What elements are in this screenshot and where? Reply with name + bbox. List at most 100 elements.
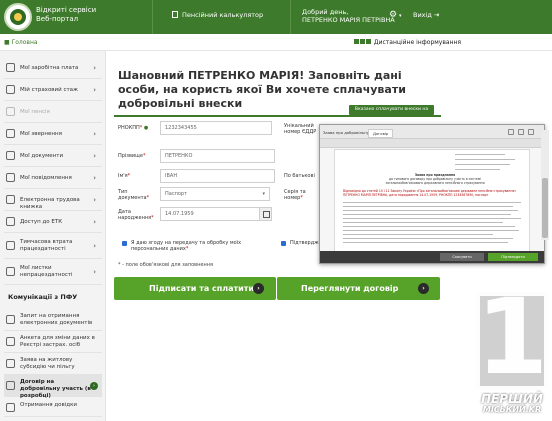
header-divider: [152, 0, 153, 34]
sidebar-item-registry-form[interactable]: Анкета для зміни даних в Реєстрі застрах…: [4, 331, 102, 353]
watermark-line-1: ПЕРШИЙ: [481, 392, 543, 406]
viewer-titlebar: Заява про добровільну участь Договір: [320, 125, 544, 139]
sidebar-item-etk-access[interactable]: Доступ до ЕТК ›: [4, 211, 102, 233]
viewer-confirm-button[interactable]: Підтвердити: [488, 253, 538, 261]
greeting-line-1: Добрий день,: [302, 8, 349, 16]
sidebar-item-documents[interactable]: Мої документи ›: [4, 145, 102, 167]
confirm-checkbox[interactable]: [281, 241, 286, 246]
sidebar-item-sick-leave[interactable]: Мої листки непрацездатності ›: [4, 259, 102, 285]
dob-input[interactable]: 14.07.1959: [160, 207, 272, 221]
viewer-tab-contract[interactable]: Договір: [368, 129, 394, 138]
watermark-line-2: МІСЬКИЙ.KR: [482, 405, 542, 414]
text-line: [343, 222, 503, 223]
sidebar-item-voluntary-contract[interactable]: Договір на добровільну участь (в розробц…: [4, 375, 102, 399]
unique-number-label: Унікальний номер ЄДДР: [284, 123, 317, 135]
chevron-right-icon: ›: [93, 242, 96, 250]
header-divider: [290, 0, 291, 34]
sidebar-item-appeals[interactable]: Мої звернення ›: [4, 123, 102, 145]
text-line: [343, 226, 515, 227]
consent-checkbox[interactable]: [122, 241, 127, 246]
sidebar-item-label: Тимчасова втрата працездатності: [20, 239, 73, 252]
sign-and-pay-label: Підписати та сплатити: [149, 284, 255, 293]
sidebar-item-work-book[interactable]: Електронна трудова книжка ›: [4, 189, 102, 211]
top-header: Відкриті сервіси Веб-портал Пенсійний ка…: [0, 0, 552, 34]
series-number-label: Серія та номер*: [284, 189, 306, 201]
consent-text: Я даю згоду на передачу та обробку моїх …: [131, 240, 242, 252]
gear-icon[interactable]: ⚙: [389, 10, 397, 20]
message-icon: [6, 173, 15, 182]
sidebar-item-salary[interactable]: Мої заробітна плата ›: [4, 57, 102, 79]
document-viewer: Заява про добровільну участь Договір Зая…: [319, 124, 545, 264]
sidebar-item-subsidy[interactable]: Заява на житлову субсидію чи пільгу: [4, 353, 102, 375]
close-icon[interactable]: [528, 129, 534, 135]
viewer-cancel-button[interactable]: Скасувати: [440, 253, 484, 261]
chevron-right-icon: ›: [93, 86, 96, 94]
sidebar-item-request-docs[interactable]: Запит на отримання електронних документі…: [4, 309, 102, 331]
doc-heading-3: загальнообов'язкового державного пенсійн…: [385, 181, 485, 185]
maximize-icon[interactable]: [518, 129, 524, 135]
home-icon: ■: [4, 39, 10, 46]
pension-calculator-link[interactable]: Пенсійний калькулятор: [172, 11, 263, 19]
wallet-icon: [6, 63, 15, 72]
chevron-right-icon: ›: [93, 64, 96, 72]
minimize-icon[interactable]: [508, 129, 514, 135]
brand-line-2: Веб-портал: [36, 15, 79, 23]
envelope-icon: [6, 129, 15, 138]
sidebar-item-label: Запит на отримання електронних документі…: [20, 313, 93, 326]
arrow-right-icon: ›: [253, 283, 264, 294]
page-scrollbar-thumb[interactable]: [542, 178, 548, 238]
chevron-right-icon: ›: [93, 152, 96, 160]
sidebar-item-insurance[interactable]: Мій страховий стаж ›: [4, 79, 102, 101]
chevron-right-icon: ›: [93, 268, 96, 276]
text-line: [455, 154, 505, 155]
viewer-toolbar: [320, 139, 544, 148]
calculator-icon: [172, 11, 178, 18]
text-line: [343, 242, 508, 243]
doctype-select[interactable]: Паспорт ▾: [160, 187, 270, 201]
info-icon[interactable]: ●: [144, 125, 148, 131]
remote-info-toggle[interactable]: Дистанційне інформування: [354, 39, 461, 46]
name-input[interactable]: ІВАН: [160, 169, 275, 183]
sidebar-item-messages[interactable]: Мої повідомлення ›: [4, 167, 102, 189]
logout-button[interactable]: Вихід ⇥: [413, 11, 439, 19]
watermark-logo: 1 ПЕРШИЙ МІСЬКИЙ.KR: [472, 282, 552, 421]
document-icon: [6, 151, 15, 160]
chevron-right-icon: ›: [93, 130, 96, 138]
sidebar-item-certificate[interactable]: Отримання довідки: [4, 397, 102, 417]
sheet-icon: [6, 267, 15, 276]
pfu-logo[interactable]: [4, 3, 32, 31]
request-icon: [6, 315, 15, 324]
envelope-icon: [360, 39, 365, 44]
sidebar-item-label: Мої листки непрацездатності: [20, 265, 73, 278]
calendar-icon: [6, 85, 15, 94]
contract-icon: [6, 381, 15, 390]
sign-and-pay-button[interactable]: Підписати та сплатити ›: [114, 277, 276, 300]
logout-icon: ⇥: [433, 11, 440, 19]
chevron-down-icon[interactable]: ▾: [399, 13, 402, 19]
doctype-label: Тип документа*: [118, 189, 150, 201]
text-line: [343, 202, 521, 203]
remote-info-label: Дистанційне інформування: [373, 39, 462, 46]
rnokpp-input[interactable]: 1232343455: [160, 121, 272, 135]
chevron-right-icon: ›: [90, 382, 98, 390]
self-payment-button[interactable]: Вказано сплачувати внески на себе: [349, 105, 434, 122]
surname-input[interactable]: ПЕТРЕНКО: [160, 149, 275, 163]
logout-label: Вихід: [413, 11, 432, 19]
sidebar-item-label: Мої пенсія: [20, 109, 50, 115]
sidebar-item-disability[interactable]: Тимчасова втрата працездатності ›: [4, 233, 102, 259]
brand-line-1: Відкриті сервіси: [36, 6, 97, 14]
user-name: ПЕТРЕНКО МАРІЯ ПЕТРІВНА: [302, 16, 395, 24]
breadcrumb-bar: ■ Головна Дистанційне інформування: [0, 34, 552, 51]
dob-label: Дата народження*: [118, 209, 154, 221]
chevron-right-icon: ›: [93, 218, 96, 226]
sidebar-item-label: Мої повідомлення: [20, 175, 72, 181]
name-label: Ім'я*: [118, 173, 131, 179]
view-contract-button[interactable]: Переглянути договір ›: [277, 277, 440, 300]
patronymic-label: По батькові: [284, 173, 315, 179]
sidebar-item-label: Мій страховий стаж: [20, 87, 78, 93]
calendar-icon[interactable]: [259, 208, 271, 220]
sidebar-item-pension[interactable]: Мої пенсія: [4, 101, 102, 123]
form-icon: [6, 337, 15, 346]
book-icon: [6, 195, 15, 204]
breadcrumb-home[interactable]: ■ Головна: [4, 39, 38, 46]
